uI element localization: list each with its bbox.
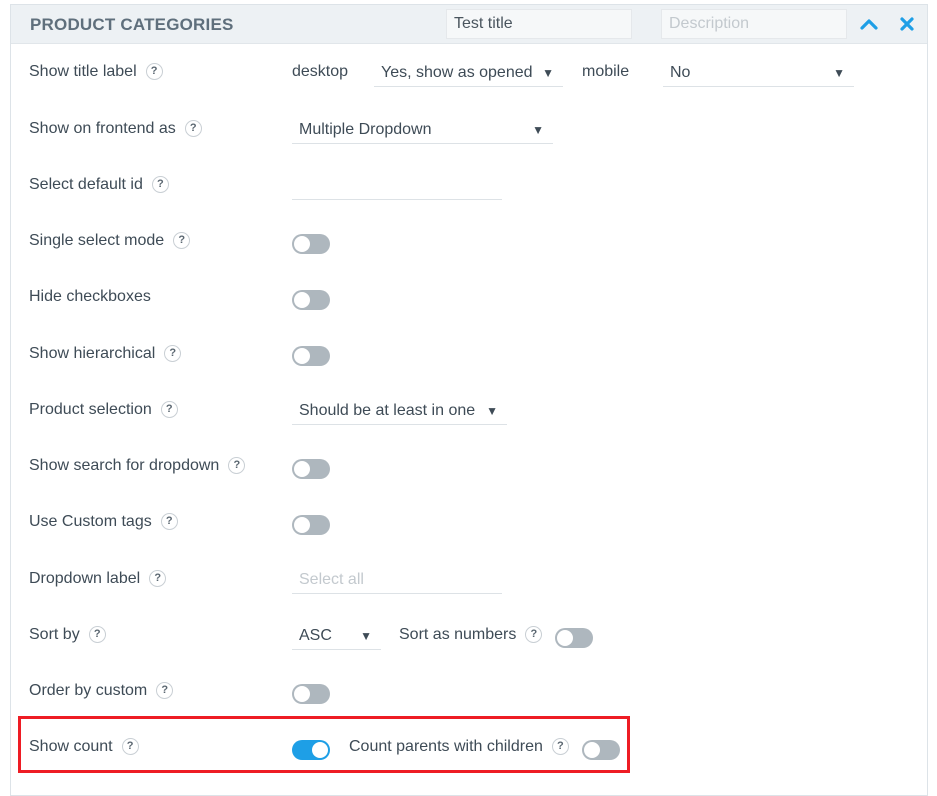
help-icon[interactable]: ? [184,120,202,138]
help-icon[interactable]: ? [151,176,169,194]
row-sort-by: Sort by? ASC ▼ Sort as numbers? [11,616,927,656]
help-icon[interactable]: ? [173,232,191,250]
help-icon[interactable]: ? [149,570,167,588]
dropdown-arrow-icon: ▼ [532,123,544,137]
mobile-label: mobile [582,63,630,80]
hide-checkboxes-toggle[interactable] [292,290,330,310]
show-title-label-label: Show title label? [29,63,163,81]
row-use-custom-tags: Use Custom tags? [11,503,927,543]
product-selection-select[interactable]: Should be at least in one ▼ [292,399,507,425]
desktop-title-select[interactable]: Yes, show as opened ▼ [374,61,563,87]
show-hierarchical-label: Show hierarchical [29,345,156,362]
help-icon[interactable]: ? [156,682,174,700]
row-show-search: Show search for dropdown? [11,447,927,487]
panel-header: PRODUCT CATEGORIES [11,5,927,44]
row-product-selection: Product selection? Should be at least in… [11,391,927,431]
order-by-custom-label: Order by custom [29,682,148,699]
use-custom-tags-label: Use Custom tags [29,513,152,530]
sort-order-select[interactable]: ASC ▼ [292,624,381,650]
show-hierarchical-toggle[interactable] [292,346,330,366]
product-categories-panel: PRODUCT CATEGORIES Show title label? des… [10,4,928,796]
help-icon[interactable]: ? [88,626,106,644]
sort-by-label: Sort by [29,626,80,643]
close-icon[interactable] [897,14,917,34]
row-show-title-label: Show title label? desktop Yes, show as o… [11,53,927,93]
help-icon[interactable]: ? [160,513,178,531]
product-selection-label: Product selection [29,401,152,418]
sort-as-numbers-toggle[interactable] [555,628,593,648]
row-order-by-custom: Order by custom? [11,672,927,712]
dropdown-arrow-icon: ▼ [360,629,372,643]
mobile-title-select[interactable]: No ▼ [663,61,854,87]
use-custom-tags-toggle[interactable] [292,515,330,535]
help-icon[interactable]: ? [525,626,543,644]
hide-checkboxes-label: Hide checkboxes [29,288,151,305]
row-show-on-frontend: Show on frontend as? Multiple Dropdown ▼ [11,110,927,150]
desktop-label: desktop [292,63,349,80]
chevron-up-icon[interactable] [859,14,879,34]
show-search-toggle[interactable] [292,459,330,479]
single-select-mode-label: Single select mode [29,232,165,249]
row-show-hierarchical: Show hierarchical? [11,335,927,375]
title-input[interactable] [446,9,632,39]
dropdown-arrow-icon: ▼ [833,66,845,80]
order-by-custom-toggle[interactable] [292,684,330,704]
row-select-default-id: Select default id? [11,166,927,206]
dropdown-arrow-icon: ▼ [542,66,554,80]
help-icon[interactable]: ? [145,63,163,81]
description-input[interactable] [661,9,847,39]
select-default-id-label: Select default id [29,176,143,193]
row-hide-checkboxes: Hide checkboxes [11,278,927,318]
panel-title: PRODUCT CATEGORIES [30,15,234,34]
row-dropdown-label: Dropdown label? Select all [11,560,927,600]
highlight-box [18,716,630,773]
show-search-label: Show search for dropdown [29,457,220,474]
single-select-mode-toggle[interactable] [292,234,330,254]
dropdown-arrow-icon: ▼ [486,404,498,418]
frontend-display-select[interactable]: Multiple Dropdown ▼ [292,118,553,144]
help-icon[interactable]: ? [228,457,246,475]
help-icon[interactable]: ? [160,401,178,419]
dropdown-label-label: Dropdown label [29,570,141,587]
default-id-input[interactable] [292,174,502,200]
row-single-select-mode: Single select mode? [11,222,927,262]
sort-as-numbers-label: Sort as numbers [399,626,517,643]
show-on-frontend-label: Show on frontend as [29,120,176,137]
help-icon[interactable]: ? [164,345,182,363]
dropdown-label-input[interactable]: Select all [292,568,502,594]
